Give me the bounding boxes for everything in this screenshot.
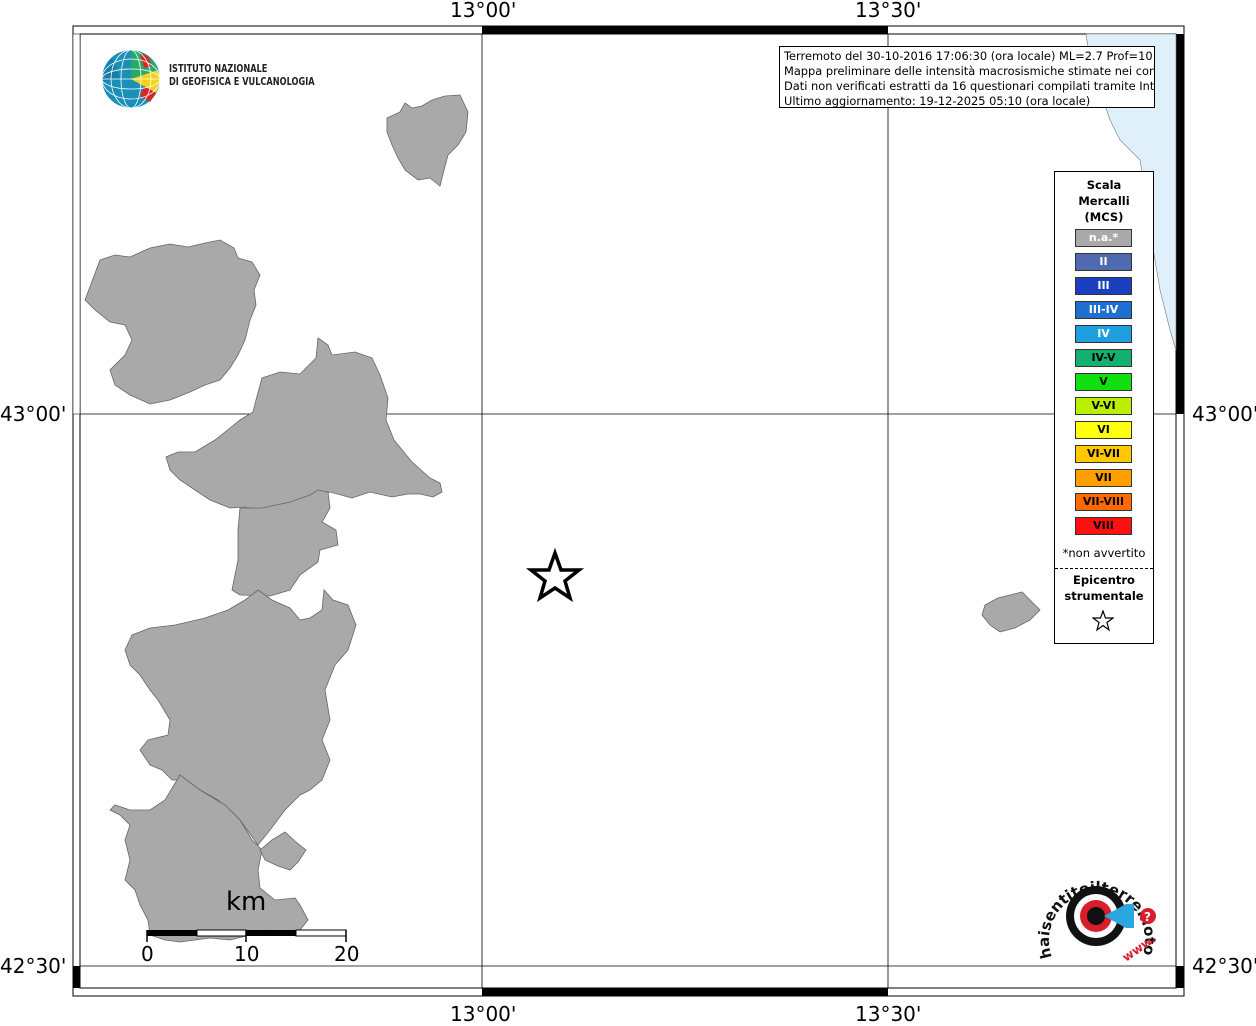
- axis-top-label-2: 13°30': [855, 0, 922, 22]
- ingv-logo: ISTITUTO NAZIONALE DI GEOFISICA E VULCAN…: [100, 48, 320, 110]
- legend-item: VI-VII: [1075, 445, 1132, 463]
- ingv-globe-icon: [101, 49, 161, 109]
- legend-item: V: [1075, 373, 1132, 391]
- scale-bar-tick-10: 10: [234, 942, 260, 966]
- legend-item: IV-V: [1075, 349, 1132, 367]
- event-info-line3: Dati non verificati estratti da 16 quest…: [784, 79, 1155, 93]
- scale-bar-unit: km: [226, 887, 267, 917]
- legend-item: IV: [1075, 325, 1132, 343]
- legend-epicenter-line2: strumentale: [1064, 589, 1144, 603]
- scale-bar-tick-20: 20: [334, 942, 360, 966]
- axis-left-label-1: 43°00': [0, 402, 67, 426]
- legend-item: V-VI: [1075, 397, 1132, 415]
- legend-epicenter-label: Epicentro strumentale: [1055, 572, 1153, 604]
- legend-item: n.a.*: [1075, 229, 1132, 247]
- scale-bar-tick-0: 0: [141, 942, 154, 966]
- mcs-legend: Scala Mercalli (MCS) n.a.* II III III-IV IV I…: [1054, 171, 1154, 644]
- axis-top-label-1: 13°00': [450, 0, 517, 22]
- legend-title-line1: Scala: [1086, 178, 1122, 192]
- legend-item: VII: [1075, 469, 1132, 487]
- event-info-line1: Terremoto del 30-10-2016 17:06:30 (ora l…: [784, 49, 1155, 63]
- legend-item: VIII: [1075, 517, 1132, 535]
- axis-right-label-2: 42°30': [1192, 954, 1256, 978]
- legend-title-line3: (MCS): [1084, 210, 1124, 224]
- ingv-logo-text: ISTITUTO NAZIONALE DI GEOFISICA E VULCAN…: [169, 63, 315, 89]
- event-info-line2: Mappa preliminare delle intensità macros…: [784, 64, 1155, 78]
- axis-bottom-label-1: 13°00': [450, 1002, 517, 1026]
- event-info-box: Terremoto del 30-10-2016 17:06:30 (ora l…: [779, 46, 1155, 108]
- legend-star-icon: [1092, 610, 1114, 632]
- legend-item: VII-VIII: [1075, 493, 1132, 511]
- legend-item: III: [1075, 277, 1132, 295]
- axis-left-label-2: 42°30': [0, 954, 67, 978]
- axis-bottom-label-2: 13°30': [855, 1002, 922, 1026]
- axis-right-label-1: 43°00': [1192, 402, 1256, 426]
- event-info-line4: Ultimo aggiornamento: 19-12-2025 05:10 (…: [784, 94, 1091, 108]
- ingv-logo-line2: DI GEOFISICA E VULCANOLOGIA: [169, 76, 315, 88]
- legend-item: II: [1075, 253, 1132, 271]
- ingv-logo-line1: ISTITUTO NAZIONALE: [169, 63, 268, 75]
- svg-text:?: ?: [1144, 910, 1151, 924]
- legend-separator: [1055, 568, 1153, 569]
- legend-title: Scala Mercalli (MCS): [1055, 177, 1153, 225]
- legend-note: *non avvertito: [1062, 546, 1146, 560]
- legend-item: VI: [1075, 421, 1132, 439]
- legend-title-line2: Mercalli: [1078, 194, 1130, 208]
- haisentito-logo: haisentitoilterremoto.it ? www.: [1034, 862, 1159, 964]
- legend-epicenter-line1: Epicentro: [1073, 573, 1135, 587]
- legend-item: III-IV: [1075, 301, 1132, 319]
